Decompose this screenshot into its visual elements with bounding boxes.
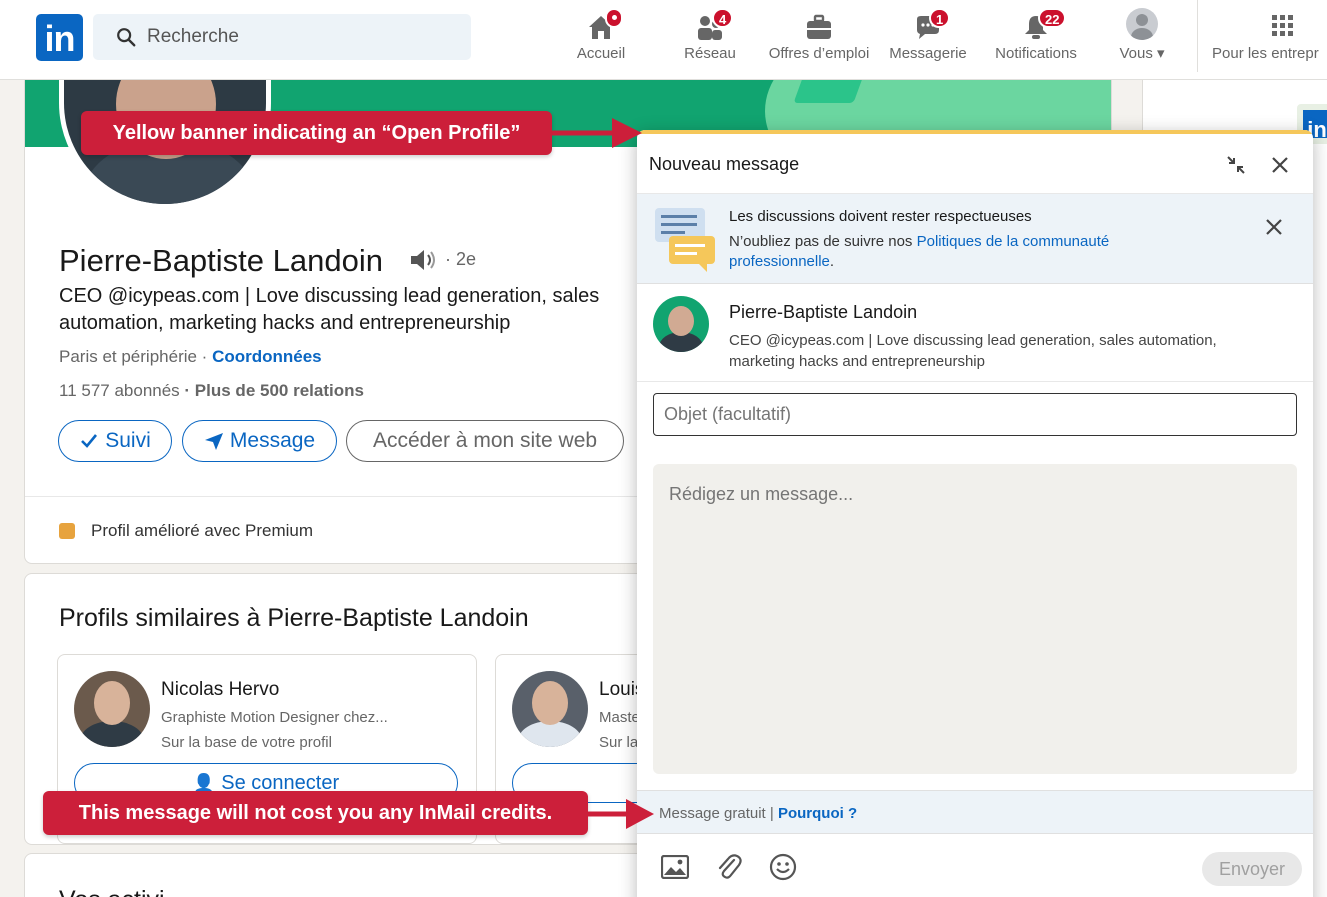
similar-profile-photo[interactable] [74, 671, 150, 747]
nav-jobs[interactable]: Offres d’emploi [760, 6, 878, 76]
send-button[interactable]: Envoyer [1202, 852, 1302, 886]
callout-arrow-icon [588, 799, 654, 829]
close-icon [1272, 157, 1288, 173]
dialog-title: Nouveau message [649, 154, 800, 174]
profile-headline: CEO @icypeas.com | Love discussing lead … [59, 285, 600, 334]
notice-title: Les discussions doivent rester respectue… [729, 208, 1032, 225]
nav-me-label-wrap: Vous ▾ [1119, 44, 1164, 62]
profile-location: Paris et périphérie · [59, 347, 208, 366]
avatar-face [668, 306, 694, 336]
nav-notifications-label: Notifications [995, 45, 1077, 62]
notice-body-suffix: . [829, 253, 835, 270]
profile-stats: 11 577 abonnés · Plus de 500 relations [59, 381, 364, 401]
top-navigation: in Recherche Accueil 4 Réseau Offres d’e… [0, 0, 1327, 80]
recipient-headline: CEO @icypeas.com | Love discussing lead … [729, 332, 1217, 370]
message-button-label: Message [229, 429, 316, 452]
visit-website-button[interactable]: Accéder à mon site web [346, 420, 624, 462]
paperclip-icon [718, 854, 742, 879]
network-badge: 4 [712, 8, 734, 28]
contact-info-link[interactable]: Coordonnées [212, 347, 322, 366]
caret-down-icon: ▾ [1157, 45, 1165, 62]
dialog-header: Nouveau message [637, 134, 1313, 194]
similar-profile-reason: Sur la base de votre profil [161, 734, 332, 751]
attach-image-button[interactable] [658, 850, 692, 884]
new-message-dialog: Nouveau message Les discussions doivent … [637, 130, 1313, 897]
nav-for-business[interactable]: Pour les entrepr [1212, 6, 1327, 76]
free-inmail-callout: This message will not cost you any InMai… [43, 791, 588, 835]
notice-body-prefix: N’oubliez pas de suivre nos [729, 233, 917, 250]
nav-messaging[interactable]: 1 Messagerie [885, 6, 971, 76]
briefcase-icon [807, 14, 831, 39]
notice-body: N’oubliez pas de suivre nos Politiques d… [729, 232, 1189, 272]
similar-profiles-title: Profils similaires à Pierre-Baptiste Lan… [59, 604, 529, 632]
similar-profile-photo[interactable] [512, 671, 588, 747]
nav-for-business-label: Pour les entrepr [1212, 45, 1319, 62]
community-notice: Les discussions doivent rester respectue… [637, 194, 1313, 284]
search-placeholder: Recherche [147, 26, 239, 47]
close-dialog-button[interactable] [1267, 152, 1293, 178]
profile-name: Pierre-Baptiste Landoin [59, 243, 383, 278]
checkmark-icon [81, 434, 98, 448]
premium-icon [59, 523, 75, 539]
recipient-row: Pierre-Baptiste Landoin CEO @icypeas.com… [637, 284, 1313, 382]
name-pronunciation-speaker-icon[interactable] [409, 247, 439, 273]
close-icon [1266, 219, 1282, 235]
free-message-text: Message gratuit | Pourquoi ? [659, 805, 857, 822]
recipient-avatar[interactable] [653, 296, 709, 352]
message-button[interactable]: Message [182, 420, 337, 462]
notifications-badge: 22 [1038, 8, 1067, 28]
messaging-badge: 1 [929, 8, 951, 28]
nav-me[interactable]: Vous ▾ [1110, 6, 1174, 76]
following-button-label: Suivi [105, 429, 151, 452]
attach-file-button[interactable] [712, 850, 746, 884]
nav-messaging-label: Messagerie [889, 45, 967, 62]
chat-bubbles-icon [655, 208, 715, 272]
nav-home-label: Accueil [576, 45, 626, 62]
why-link[interactable]: Pourquoi ? [778, 805, 857, 822]
emoji-icon [769, 853, 797, 881]
linkedin-logo-icon[interactable]: in [36, 14, 83, 61]
dismiss-notice-button[interactable] [1261, 214, 1287, 240]
followers-count[interactable]: 11 577 abonnés [59, 381, 180, 400]
message-textarea[interactable] [653, 464, 1297, 774]
free-message-bar: Message gratuit | Pourquoi ? [637, 790, 1313, 834]
nav-network[interactable]: 4 Réseau [680, 6, 740, 76]
activity-title: Vos activi [59, 886, 165, 897]
premium-note-label: Profil amélioré avec Premium [91, 521, 314, 540]
connections-count[interactable]: · Plus de 500 relations [184, 381, 364, 400]
photo-face [94, 681, 130, 725]
profile-location-row: Paris et périphérie · Coordonnées [59, 347, 322, 367]
connection-degree: · 2e [445, 249, 477, 269]
nav-jobs-label: Offres d’emploi [768, 45, 870, 62]
nav-home[interactable]: Accueil [571, 6, 631, 76]
nav-me-label: Vous [1119, 45, 1153, 62]
open-profile-callout: Yellow banner indicating an “Open Profil… [81, 111, 552, 155]
search-icon [117, 28, 136, 47]
similar-profile-name[interactable]: Nicolas Hervo [161, 679, 279, 701]
nav-notifications[interactable]: 22 Notifications [988, 6, 1084, 76]
image-icon [661, 855, 689, 879]
premium-note: Profil amélioré avec Premium [59, 521, 313, 541]
recipient-name: Pierre-Baptiste Landoin [729, 302, 918, 322]
nav-network-label: Réseau [684, 45, 736, 62]
minimize-button[interactable] [1223, 152, 1249, 178]
subject-input[interactable] [653, 393, 1297, 436]
similar-profile-headline: Graphiste Motion Designer chez... [161, 709, 388, 726]
following-button[interactable]: Suivi [58, 420, 172, 462]
callout-arrow-icon [552, 118, 642, 148]
visit-website-button-label: Accéder à mon site web [372, 429, 598, 452]
free-message-label: Message gratuit | [659, 805, 778, 822]
photo-face [532, 681, 568, 725]
collapse-arrows-icon [1227, 156, 1245, 174]
search-bar[interactable]: Recherche [93, 14, 471, 60]
me-avatar-icon [1126, 8, 1158, 40]
grid-icon [1272, 15, 1293, 36]
similar-profile-headline: Maste [599, 709, 640, 726]
similar-profile-reason: Sur la [599, 734, 639, 751]
emoji-button[interactable] [766, 850, 800, 884]
nav-divider [1197, 0, 1198, 72]
send-plane-icon [204, 433, 223, 450]
home-notification-dot [605, 8, 623, 28]
